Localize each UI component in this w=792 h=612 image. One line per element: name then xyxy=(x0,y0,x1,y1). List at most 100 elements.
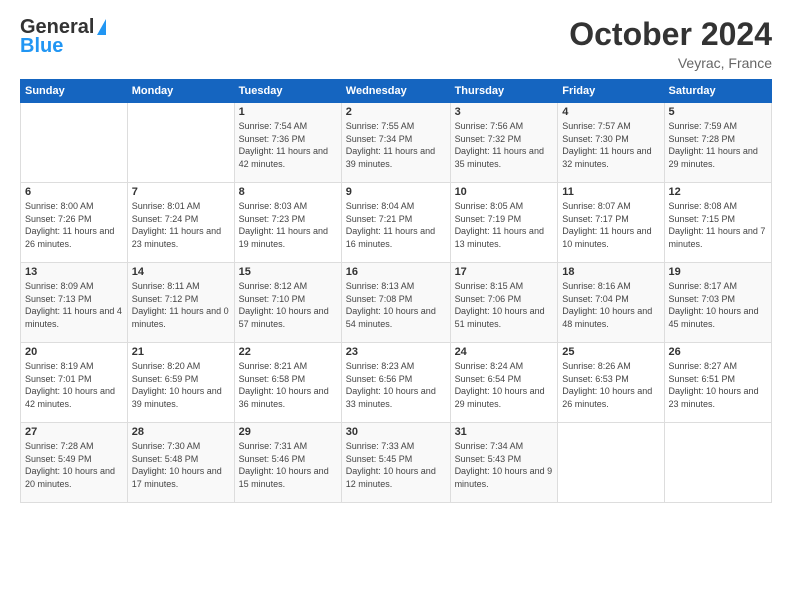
day-cell: 16 Sunrise: 8:13 AM Sunset: 7:08 PM Dayli… xyxy=(341,263,450,343)
day-number: 22 xyxy=(239,346,337,358)
day-cell xyxy=(21,103,128,183)
week-row-4: 20 Sunrise: 8:19 AM Sunset: 7:01 PM Dayli… xyxy=(21,343,772,423)
day-cell: 17 Sunrise: 8:15 AM Sunset: 7:06 PM Dayli… xyxy=(450,263,558,343)
day-info: Sunrise: 7:28 AM Sunset: 5:49 PM Dayligh… xyxy=(25,440,123,490)
col-header-wednesday: Wednesday xyxy=(341,80,450,103)
day-info: Sunrise: 8:09 AM Sunset: 7:13 PM Dayligh… xyxy=(25,280,123,330)
day-cell: 15 Sunrise: 8:12 AM Sunset: 7:10 PM Dayli… xyxy=(234,263,341,343)
logo: General Blue xyxy=(20,16,106,58)
logo-blue: Blue xyxy=(20,35,63,58)
day-cell: 31Sunrise: 7:34 AM Sunset: 5:43 PM Dayli… xyxy=(450,423,558,503)
day-number: 29 xyxy=(239,426,337,438)
day-info: Sunrise: 7:34 AM Sunset: 5:43 PM Dayligh… xyxy=(455,440,554,490)
day-cell: 29 Sunrise: 7:31 AM Sunset: 5:46 PM Dayli… xyxy=(234,423,341,503)
location: Veyrac, France xyxy=(569,55,772,71)
day-cell: 25Sunrise: 8:26 AM Sunset: 6:53 PM Dayli… xyxy=(558,343,664,423)
day-info: Sunrise: 8:27 AM Sunset: 6:51 PM Dayligh… xyxy=(669,360,767,410)
day-cell: 24Sunrise: 8:24 AM Sunset: 6:54 PM Dayli… xyxy=(450,343,558,423)
day-info: Sunrise: 8:01 AM Sunset: 7:24 PM Dayligh… xyxy=(132,200,230,250)
calendar-page: General Blue October 2024 Veyrac, France… xyxy=(0,0,792,612)
day-number: 16 xyxy=(346,266,446,278)
day-cell: 8 Sunrise: 8:03 AM Sunset: 7:23 PM Daylig… xyxy=(234,183,341,263)
day-number: 21 xyxy=(132,346,230,358)
day-cell: 26 Sunrise: 8:27 AM Sunset: 6:51 PM Dayli… xyxy=(664,343,771,423)
day-cell xyxy=(127,103,234,183)
day-number: 13 xyxy=(25,266,123,278)
day-number: 4 xyxy=(562,106,659,118)
day-number: 8 xyxy=(239,186,337,198)
day-number: 5 xyxy=(669,106,767,118)
col-header-tuesday: Tuesday xyxy=(234,80,341,103)
week-row-3: 13 Sunrise: 8:09 AM Sunset: 7:13 PM Dayli… xyxy=(21,263,772,343)
day-number: 2 xyxy=(346,106,446,118)
day-number: 18 xyxy=(562,266,659,278)
day-info: Sunrise: 7:30 AM Sunset: 5:48 PM Dayligh… xyxy=(132,440,230,490)
day-cell: 28 Sunrise: 7:30 AM Sunset: 5:48 PM Dayli… xyxy=(127,423,234,503)
day-info: Sunrise: 8:16 AM Sunset: 7:04 PM Dayligh… xyxy=(562,280,659,330)
day-number: 9 xyxy=(346,186,446,198)
day-cell: 9Sunrise: 8:04 AM Sunset: 7:21 PM Daylig… xyxy=(341,183,450,263)
day-cell: 5 Sunrise: 7:59 AM Sunset: 7:28 PM Daylig… xyxy=(664,103,771,183)
day-number: 17 xyxy=(455,266,554,278)
day-info: Sunrise: 7:31 AM Sunset: 5:46 PM Dayligh… xyxy=(239,440,337,490)
day-cell: 19 Sunrise: 8:17 AM Sunset: 7:03 PM Dayli… xyxy=(664,263,771,343)
day-number: 19 xyxy=(669,266,767,278)
day-number: 28 xyxy=(132,426,230,438)
day-info: Sunrise: 8:11 AM Sunset: 7:12 PM Dayligh… xyxy=(132,280,230,330)
day-info: Sunrise: 7:56 AM Sunset: 7:32 PM Dayligh… xyxy=(455,120,554,170)
col-header-saturday: Saturday xyxy=(664,80,771,103)
day-number: 15 xyxy=(239,266,337,278)
day-cell: 11 Sunrise: 8:07 AM Sunset: 7:17 PM Dayli… xyxy=(558,183,664,263)
day-cell: 7 Sunrise: 8:01 AM Sunset: 7:24 PM Daylig… xyxy=(127,183,234,263)
day-number: 7 xyxy=(132,186,230,198)
day-number: 25 xyxy=(562,346,659,358)
day-cell xyxy=(664,423,771,503)
day-info: Sunrise: 8:15 AM Sunset: 7:06 PM Dayligh… xyxy=(455,280,554,330)
day-number: 14 xyxy=(132,266,230,278)
day-number: 12 xyxy=(669,186,767,198)
day-number: 10 xyxy=(455,186,554,198)
day-number: 20 xyxy=(25,346,123,358)
title-area: October 2024 Veyrac, France xyxy=(569,16,772,71)
day-info: Sunrise: 8:19 AM Sunset: 7:01 PM Dayligh… xyxy=(25,360,123,410)
day-info: Sunrise: 7:59 AM Sunset: 7:28 PM Dayligh… xyxy=(669,120,767,170)
header-row: SundayMondayTuesdayWednesdayThursdayFrid… xyxy=(21,80,772,103)
day-info: Sunrise: 8:12 AM Sunset: 7:10 PM Dayligh… xyxy=(239,280,337,330)
day-number: 26 xyxy=(669,346,767,358)
day-cell: 18 Sunrise: 8:16 AM Sunset: 7:04 PM Dayli… xyxy=(558,263,664,343)
day-info: Sunrise: 7:57 AM Sunset: 7:30 PM Dayligh… xyxy=(562,120,659,170)
day-info: Sunrise: 8:13 AM Sunset: 7:08 PM Dayligh… xyxy=(346,280,446,330)
day-info: Sunrise: 8:23 AM Sunset: 6:56 PM Dayligh… xyxy=(346,360,446,410)
day-cell: 27 Sunrise: 7:28 AM Sunset: 5:49 PM Dayli… xyxy=(21,423,128,503)
week-row-2: 6Sunrise: 8:00 AM Sunset: 7:26 PM Daylig… xyxy=(21,183,772,263)
col-header-thursday: Thursday xyxy=(450,80,558,103)
logo-triangle-icon xyxy=(97,19,106,35)
day-info: Sunrise: 8:17 AM Sunset: 7:03 PM Dayligh… xyxy=(669,280,767,330)
day-number: 11 xyxy=(562,186,659,198)
day-cell: 23Sunrise: 8:23 AM Sunset: 6:56 PM Dayli… xyxy=(341,343,450,423)
day-number: 27 xyxy=(25,426,123,438)
calendar-table: SundayMondayTuesdayWednesdayThursdayFrid… xyxy=(20,79,772,503)
day-number: 3 xyxy=(455,106,554,118)
day-info: Sunrise: 8:08 AM Sunset: 7:15 PM Dayligh… xyxy=(669,200,767,250)
day-cell: 21 Sunrise: 8:20 AM Sunset: 6:59 PM Dayli… xyxy=(127,343,234,423)
day-info: Sunrise: 7:55 AM Sunset: 7:34 PM Dayligh… xyxy=(346,120,446,170)
day-info: Sunrise: 8:03 AM Sunset: 7:23 PM Dayligh… xyxy=(239,200,337,250)
day-cell: 10 Sunrise: 8:05 AM Sunset: 7:19 PM Dayli… xyxy=(450,183,558,263)
col-header-sunday: Sunday xyxy=(21,80,128,103)
day-info: Sunrise: 7:33 AM Sunset: 5:45 PM Dayligh… xyxy=(346,440,446,490)
day-cell: 4 Sunrise: 7:57 AM Sunset: 7:30 PM Daylig… xyxy=(558,103,664,183)
day-info: Sunrise: 8:20 AM Sunset: 6:59 PM Dayligh… xyxy=(132,360,230,410)
day-cell: 3 Sunrise: 7:56 AM Sunset: 7:32 PM Daylig… xyxy=(450,103,558,183)
day-cell: 30 Sunrise: 7:33 AM Sunset: 5:45 PM Dayli… xyxy=(341,423,450,503)
day-number: 30 xyxy=(346,426,446,438)
month-title: October 2024 xyxy=(569,16,772,53)
day-info: Sunrise: 8:07 AM Sunset: 7:17 PM Dayligh… xyxy=(562,200,659,250)
day-cell: 13 Sunrise: 8:09 AM Sunset: 7:13 PM Dayli… xyxy=(21,263,128,343)
day-info: Sunrise: 7:54 AM Sunset: 7:36 PM Dayligh… xyxy=(239,120,337,170)
day-info: Sunrise: 8:00 AM Sunset: 7:26 PM Dayligh… xyxy=(25,200,123,250)
day-info: Sunrise: 8:24 AM Sunset: 6:54 PM Dayligh… xyxy=(455,360,554,410)
header: General Blue October 2024 Veyrac, France xyxy=(20,16,772,71)
day-info: Sunrise: 8:05 AM Sunset: 7:19 PM Dayligh… xyxy=(455,200,554,250)
col-header-friday: Friday xyxy=(558,80,664,103)
